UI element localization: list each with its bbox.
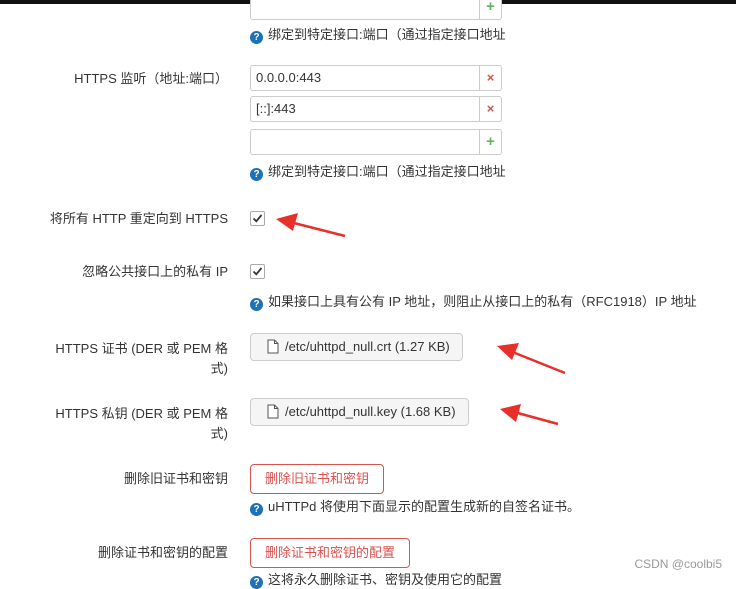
https-listen-add-button[interactable]: + [480,129,502,155]
help-icon: ? [250,168,263,181]
file-icon [267,337,279,363]
https-listen-entry-1[interactable]: 0.0.0.0:443 [250,65,480,91]
help-icon: ? [250,503,263,516]
check-icon [252,214,263,223]
https-cert-label: HTTPS 证书 (DER 或 PEM 格 式) [10,339,228,379]
remove-old-label: 删除旧证书和密钥 [123,471,228,486]
http-listen-help: ? 绑定到特定接口:端口（通过指定接口地址 [250,27,506,44]
check-icon [252,267,263,276]
redirect-https-label: 将所有 HTTP 重定向到 HTTPS [49,211,228,226]
file-icon [267,402,279,428]
ignore-private-help: ? 如果接口上具有公有 IP 地址，则阻止从接口上的私有（RFC1918）IP 地… [250,294,697,311]
remove-old-help: ? uHTTPd 将使用下面显示的配置生成新的自签名证书。 [250,499,580,516]
https-key-label-line1: HTTPS 私钥 (DER 或 PEM 格 [55,406,228,421]
https-key-file-button[interactable]: /etc/uhttpd_null.key (1.68 KB) [250,398,469,426]
remove-conf-help: ? 这将永久删除证书、密钥及使用它的配置 [250,572,502,589]
https-listen-entry-2[interactable]: [::]:443 [250,96,480,122]
help-icon: ? [250,576,263,589]
arrow-redirect [276,213,346,238]
https-cert-file-button[interactable]: /etc/uhttpd_null.crt (1.27 KB) [250,333,463,361]
ignore-private-label: 忽略公共接口上的私有 IP [82,264,228,279]
https-listen-remove-button-1[interactable]: × [480,65,502,91]
help-icon: ? [250,298,263,311]
remove-conf-button[interactable]: 删除证书和密钥的配置 [250,538,411,568]
https-listen-label: HTTPS 监听（地址:端口） [74,71,228,86]
redirect-https-checkbox[interactable] [250,211,265,226]
https-listen-help: ? 绑定到特定接口:端口（通过指定接口地址 [250,164,506,181]
http-listen-add-button[interactable]: + [480,0,502,20]
remove-conf-label: 删除证书和密钥的配置 [97,545,228,560]
https-cert-label-line1: HTTPS 证书 (DER 或 PEM 格 [55,341,228,356]
watermark: CSDN @coolbi5 [634,557,722,571]
arrow-key [500,404,559,426]
https-listen-new-input[interactable] [250,129,480,155]
https-key-label-line2: 式) [210,426,228,441]
https-listen-remove-button-2[interactable]: × [480,96,502,122]
https-cert-label-line2: 式) [210,361,228,376]
https-key-label: HTTPS 私钥 (DER 或 PEM 格 式) [10,404,228,444]
http-listen-new-input[interactable] [250,0,480,20]
ignore-private-checkbox[interactable] [250,264,265,279]
help-icon: ? [250,31,263,44]
remove-old-cert-button[interactable]: 删除旧证书和密钥 [250,464,385,494]
arrow-cert [497,343,566,375]
